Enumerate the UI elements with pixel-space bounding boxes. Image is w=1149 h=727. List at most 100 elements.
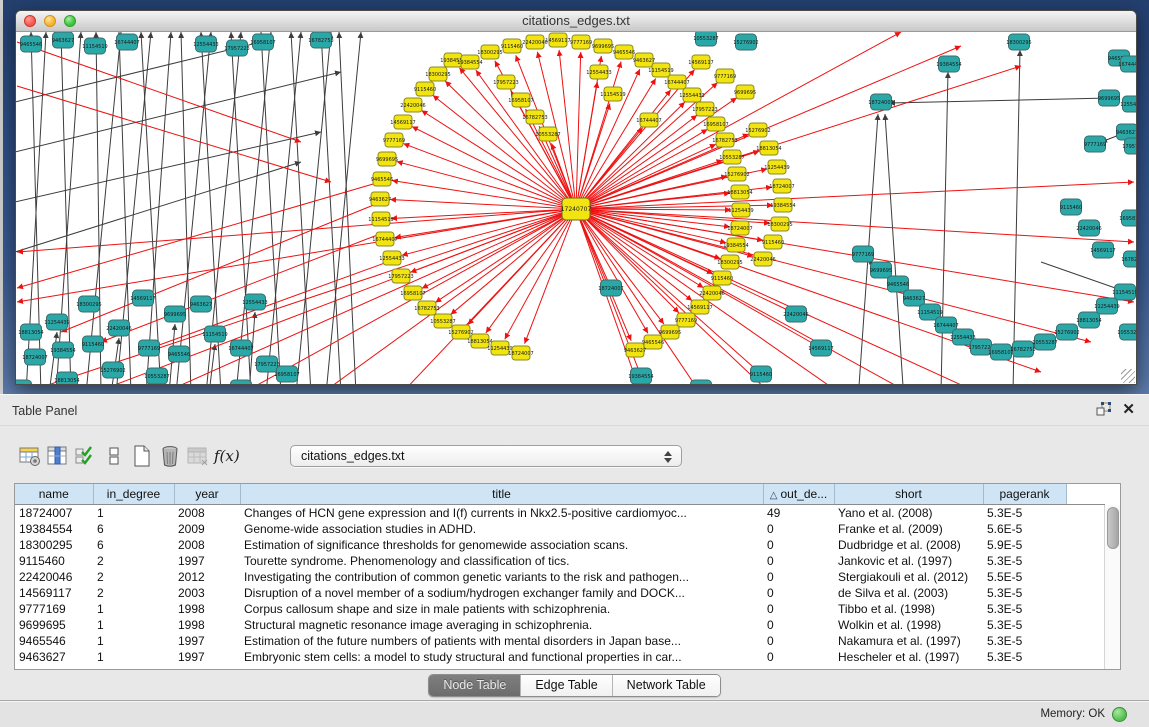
graph-node-label: 16782753 [1121,257,1136,263]
graph-node-label: 18724007 [727,226,752,232]
new-table-icon[interactable] [130,444,154,468]
float-panel-icon[interactable] [1096,402,1112,418]
graph-node-label: 22420046 [783,312,808,318]
table-row[interactable]: 1938455462009Genome-wide association stu… [15,521,1105,537]
graph-node-label: 11154519 [600,92,625,98]
graph-node-label: 9777169 [675,318,697,324]
table-row[interactable]: 946554611997Estimation of the future num… [15,633,1105,649]
graph-node[interactable] [231,380,252,384]
graph-edge [17,209,576,252]
graph-node-label: 17240707 [561,206,592,213]
column-header-year[interactable]: year [174,484,240,505]
column-header-short[interactable]: short [834,484,983,505]
graph-edge [576,209,731,210]
table-row[interactable]: 2242004622012Investigating the contribut… [15,569,1105,585]
graph-node-label: 15276902 [745,128,770,134]
table-row[interactable]: 946362711997Embryonic stem cells: a mode… [15,649,1105,665]
network-graph[interactable]: 1724070719384554183002959115460224200461… [16,32,1136,384]
cell: 5.3E-5 [983,617,1066,633]
cell: Tibbo et al. (1998) [834,601,983,617]
graph-edge [266,32,301,384]
graph-node-label: 18813054 [18,330,43,336]
function-builder-icon[interactable]: f(x) [214,444,246,468]
graph-node-label: 9465546 [642,340,664,346]
memory-indicator[interactable] [1112,707,1127,722]
graph-node-label: 19384554 [723,243,748,249]
table-row[interactable]: 1872400712008Changes of HCN gene express… [15,505,1105,522]
graph-edge [261,32,281,384]
graph-node[interactable] [16,380,32,384]
table-row[interactable]: 977716911998Corpus callosum shape and si… [15,601,1105,617]
graph-node-label: 12554433 [679,93,704,99]
graph-node-label: 22420046 [522,40,547,46]
graph-node-label: 10553287 [430,319,455,325]
cell [1066,601,1105,617]
graph-node-label: 18724007 [868,100,893,106]
network-canvas[interactable]: 1724070719384554183002959115460224200461… [16,32,1136,384]
cell: 9463627 [15,649,93,665]
graph-node-label: 9777169 [138,346,160,352]
close-panel-icon[interactable]: ✕ [1122,402,1135,418]
table-panel-titlebar: Table Panel ✕ [0,394,1149,426]
cell: 2 [93,569,174,585]
column-header-out_de[interactable]: △out_de... [763,484,834,505]
graph-node-label: 18813054 [1076,318,1101,324]
graph-node-label: 9115460 [762,240,784,246]
column-header-pagerank[interactable]: pagerank [983,484,1066,505]
window-resize-grip[interactable] [1121,369,1135,383]
table-selector-value: citations_edges.txt [301,449,405,463]
table-settings-icon[interactable] [18,444,42,468]
combo-arrows-icon [664,450,672,464]
table-row[interactable]: 969969511998Structural magnetic resonanc… [15,617,1105,633]
statusbar: Memory: OK [0,700,1149,727]
table-scrollbar[interactable] [1104,505,1120,669]
graph-node-label: 10553287 [1032,340,1057,346]
graph-node-label: 18300295 [717,260,742,266]
graph-node[interactable] [691,380,712,384]
cell: 0 [763,649,834,665]
cell: Disruption of a novel member of a sodium… [240,585,763,601]
table-toolbar: f(x) citations_edges.txt [0,440,1149,476]
graph-node-label: 16744407 [664,80,689,86]
table-row[interactable]: 1456911722003Disruption of a novel membe… [15,585,1105,601]
cell: 2009 [174,521,240,537]
graph-node-label: 17957223 [493,80,518,86]
table-row[interactable]: 1830029562008Estimation of significance … [15,537,1105,553]
table-row[interactable]: 911546021997Tourette syndrome. Phenomeno… [15,553,1105,569]
cell: 2008 [174,505,240,522]
table-selector-combo[interactable]: citations_edges.txt [290,445,682,467]
cell [1066,633,1105,649]
column-header-in_degree[interactable]: in_degree [93,484,174,505]
row-height-icon[interactable] [102,444,126,468]
column-header-title[interactable]: title [240,484,763,505]
delete-table-icon[interactable] [158,444,182,468]
cell: Jankovic et al. (1997) [834,553,983,569]
row-selection-icon[interactable] [74,444,98,468]
graph-node-label: 18724007 [598,286,623,292]
graph-node-label: 14569117 [390,120,415,126]
network-window-titlebar[interactable]: citations_edges.txt [16,11,1136,32]
graph-edge [476,70,576,209]
tab-network-table[interactable]: Network Table [612,675,720,696]
cell: 1 [93,649,174,665]
column-header-name[interactable]: name [15,484,93,505]
graph-node-label: 18724007 [769,184,794,190]
cell: 9777169 [15,601,93,617]
cell [1066,585,1105,601]
cell [1066,505,1105,522]
tab-node-table[interactable]: Node Table [429,675,520,696]
graph-node-label: 15276902 [448,330,473,336]
graph-node-label: 12554433 [1120,102,1136,108]
tab-edge-table[interactable]: Edge Table [520,675,611,696]
cell: 5.3E-5 [983,649,1066,665]
graph-node-label: 9115460 [501,44,523,50]
import-table-icon[interactable] [186,444,210,468]
column-visibility-icon[interactable] [46,444,70,468]
graph-node-label: 14569117 [688,60,713,66]
graph-node-label: 16958107 [274,372,299,378]
graph-edge [576,209,1091,342]
cell: Hescheler et al. (1997) [834,649,983,665]
table-scrollbar-thumb[interactable] [1107,507,1119,549]
graph-node-label: 18300295 [477,50,502,56]
table-panel: Table Panel ✕ [0,394,1149,727]
